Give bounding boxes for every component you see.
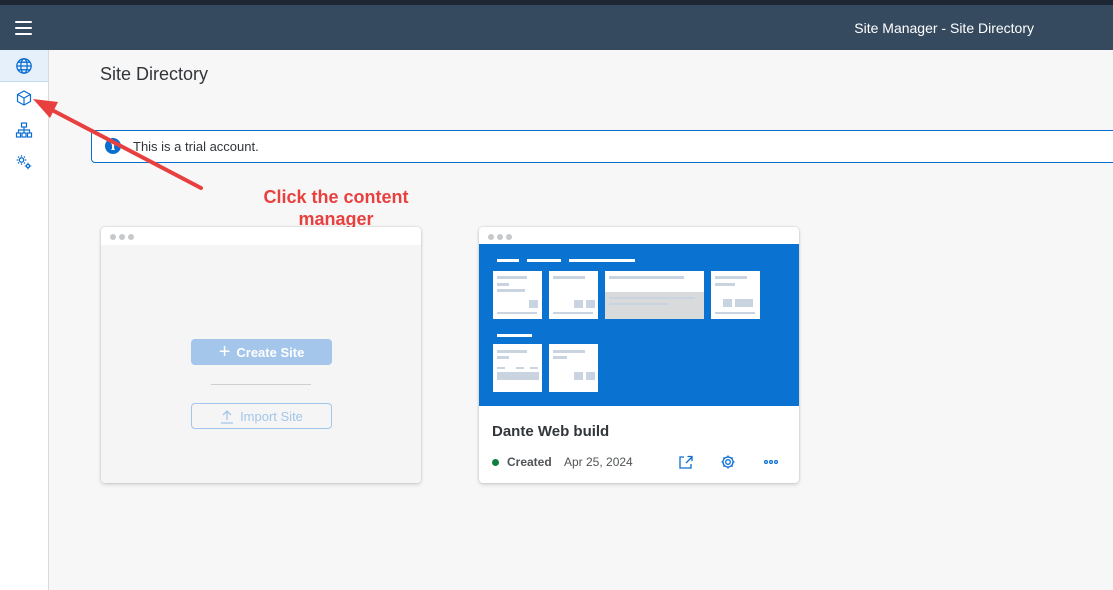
create-site-label: Create Site bbox=[236, 344, 305, 360]
upload-icon bbox=[221, 409, 234, 424]
create-site-card: + Create Site Import Site bbox=[101, 227, 421, 483]
open-site-button[interactable] bbox=[675, 452, 697, 472]
shell-bar: Site Manager - Site Directory bbox=[0, 5, 1113, 50]
import-site-button[interactable]: Import Site bbox=[191, 403, 332, 429]
info-icon: i bbox=[105, 138, 121, 154]
annotation-label: Click the content manager bbox=[263, 187, 409, 229]
hierarchy-icon bbox=[15, 122, 33, 138]
overflow-icon bbox=[764, 459, 779, 464]
window-dots bbox=[488, 234, 512, 240]
nav-item-site-directory[interactable] bbox=[0, 50, 48, 82]
globe-icon bbox=[16, 57, 32, 74]
hamburger-menu-icon[interactable] bbox=[9, 14, 37, 42]
cube-icon bbox=[16, 90, 32, 106]
site-card[interactable]: Dante Web build Created Apr 25, 2024 bbox=[479, 227, 799, 483]
gears-icon bbox=[16, 155, 32, 170]
window-dots bbox=[110, 234, 134, 240]
share-icon bbox=[679, 455, 693, 469]
plus-icon: + bbox=[218, 341, 231, 363]
nav-item-settings[interactable] bbox=[0, 146, 48, 178]
divider bbox=[211, 384, 311, 385]
site-preview-graphic bbox=[493, 259, 760, 392]
app-title: Site Manager - Site Directory bbox=[854, 20, 1034, 36]
create-site-button[interactable]: + Create Site bbox=[191, 339, 332, 365]
side-navigation bbox=[0, 50, 49, 590]
site-preview-thumbnail[interactable] bbox=[479, 244, 799, 406]
page-title: Site Directory bbox=[100, 64, 209, 84]
info-message-text: This is a trial account. bbox=[133, 139, 259, 154]
gear-icon bbox=[721, 455, 735, 469]
site-date: Apr 25, 2024 bbox=[564, 455, 633, 469]
more-options-button[interactable] bbox=[760, 452, 782, 472]
status-indicator bbox=[492, 459, 499, 466]
info-message-strip: i This is a trial account. bbox=[91, 130, 1113, 163]
site-settings-button[interactable] bbox=[717, 452, 739, 472]
nav-item-site-hierarchy[interactable] bbox=[0, 114, 48, 146]
nav-item-content-manager[interactable] bbox=[0, 82, 48, 114]
site-name[interactable]: Dante Web build bbox=[492, 423, 609, 440]
site-status: Created bbox=[507, 455, 552, 469]
create-card-body: + Create Site Import Site bbox=[101, 245, 421, 483]
import-site-label: Import Site bbox=[240, 408, 303, 424]
